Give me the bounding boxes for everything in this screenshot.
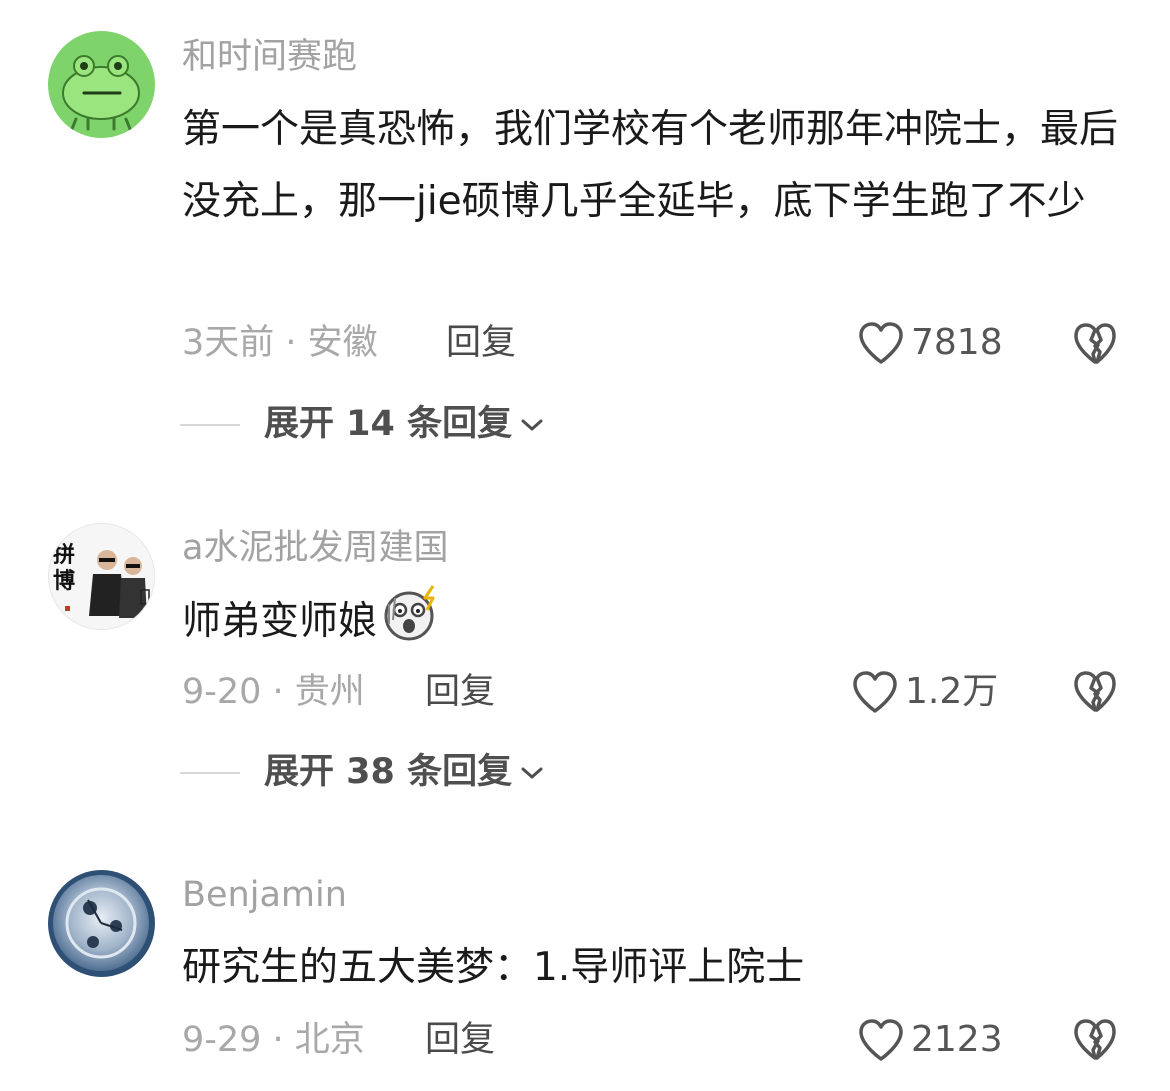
expand-replies-label: 展开 38 条回复 [264,752,513,792]
reply-button[interactable]: 回复 [425,675,495,710]
username[interactable]: Benjamin [182,878,347,913]
chevron-down-icon [521,767,543,778]
like-count: 2123 [911,1019,1003,1060]
comment-meta: 3天前 · 安徽 [182,323,378,363]
username[interactable]: 和时间赛跑 [182,40,357,75]
expand-replies-button[interactable]: 展开 14 条回复 [180,407,544,442]
like-count: 7818 [911,322,1003,363]
comment-meta: 9-29 · 北京 [182,1020,365,1060]
divider [180,423,240,426]
shocked-face-emoji [384,585,435,641]
like-button[interactable]: 7818 [857,320,1003,366]
chevron-down-icon [521,419,543,430]
reply-button[interactable]: 回复 [425,1023,495,1058]
like-count: 1.2万 [905,671,999,712]
heart-icon [859,322,903,364]
divider [180,771,240,774]
heart-icon [853,671,897,713]
avatar-lettering: 拼博 [53,542,76,594]
heart-icon [859,1019,903,1061]
avatar[interactable] [48,870,155,977]
expand-replies-label: 展开 14 条回复 [264,404,513,444]
avatar[interactable]: 拼博 [48,523,155,630]
username[interactable]: a水泥批发周建国 [182,531,448,566]
avatar[interactable] [48,31,155,138]
comment-meta: 9-20 · 贵州 [182,672,365,712]
comment-text: 第一个是真恐怖，我们学校有个老师那年冲院士，最后没充上，那一jie硕博几乎全延毕… [182,107,1119,224]
watch-avatar-icon [48,870,155,977]
broken-heart-icon[interactable] [1072,321,1118,367]
comment-text-body: 师弟变师娘 [182,599,378,644]
like-button[interactable]: 1.2万 [851,669,998,715]
reply-button[interactable]: 回复 [446,326,516,361]
comment-text: 研究生的五大美梦：1.导师评上院士 [182,945,805,990]
comment-text: 师弟变师娘 [182,584,1122,658]
like-button[interactable]: 2123 [857,1017,1003,1063]
broken-heart-icon[interactable] [1072,1017,1118,1063]
broken-heart-icon[interactable] [1072,669,1118,715]
frog-avatar-icon [48,31,155,138]
expand-replies-button[interactable]: 展开 38 条回复 [180,755,544,790]
